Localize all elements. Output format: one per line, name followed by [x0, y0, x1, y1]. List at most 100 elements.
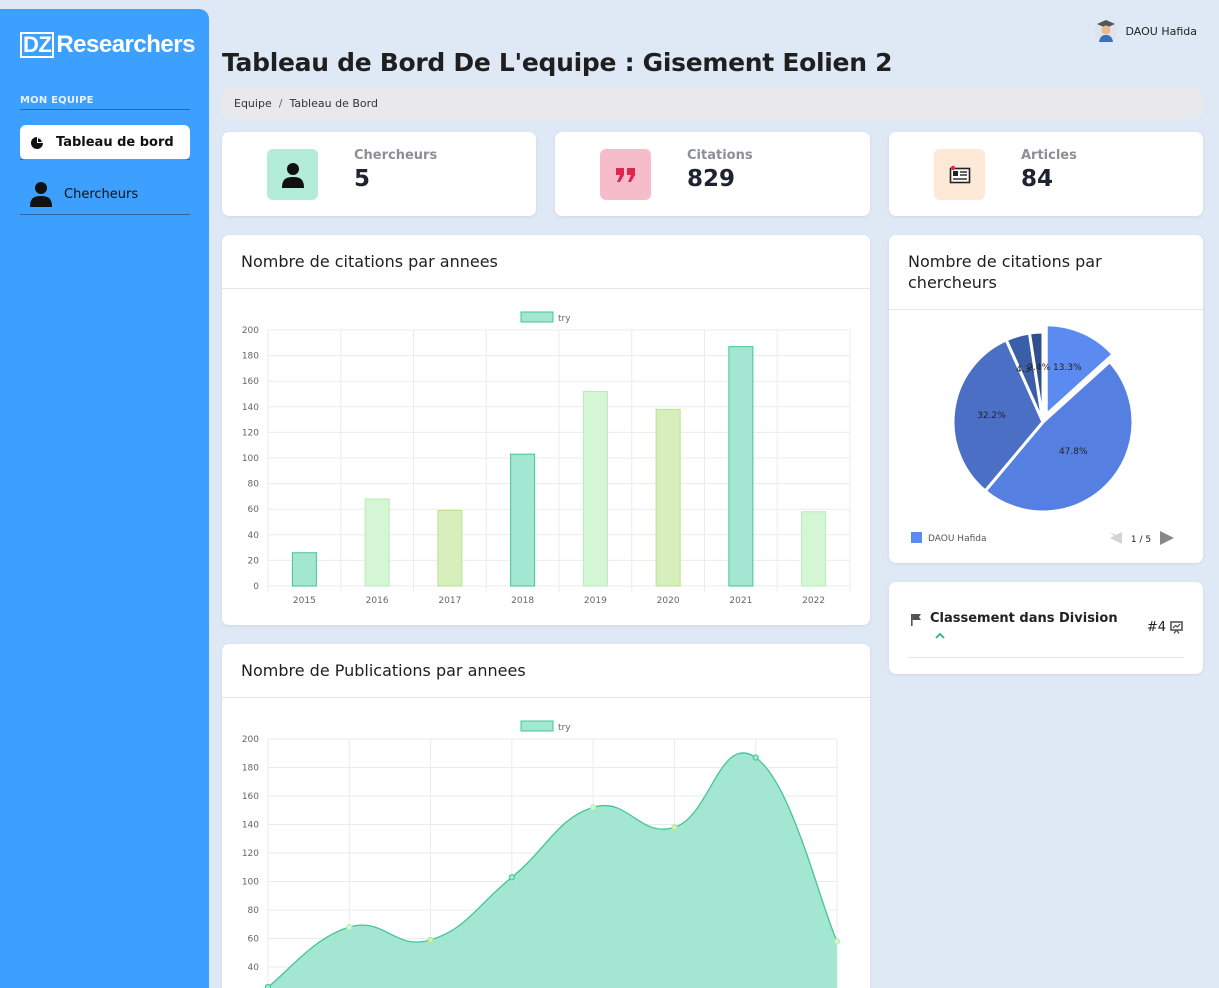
x-tick-label: 2020: [657, 596, 680, 606]
citations-bar-chart: try 0 20 40 60 80 100 120 140 160 180 200 2015 2016 20…: [242, 311, 851, 606]
stat-label: Citations: [687, 148, 753, 163]
user-icon: [30, 182, 52, 207]
page-title: Tableau de Bord De L'equipe : Gisement E…: [222, 48, 893, 77]
stat-value: 829: [687, 166, 736, 192]
legend-swatch: [911, 532, 922, 543]
stat-card-citations: Citations 829: [555, 132, 870, 216]
graduate-avatar-icon: [1094, 20, 1117, 42]
app-logo[interactable]: DZ Researchers: [20, 31, 195, 59]
logo-box: DZ: [20, 32, 55, 58]
data-point: [590, 804, 597, 811]
card-divider: [908, 657, 1184, 658]
sidebar-section-label: MON EQUIPE: [20, 95, 94, 106]
data-point: [508, 874, 515, 881]
y-tick-label: 20: [248, 556, 260, 566]
bar: [801, 511, 827, 587]
x-tick-label: 2019: [584, 596, 607, 606]
sidebar: DZ Researchers MON EQUIPE Tableau de bor…: [0, 9, 209, 988]
pagination-text: 1 / 5: [1131, 535, 1151, 545]
x-tick-label: 2015: [293, 596, 316, 606]
x-tick-label: 2021: [729, 596, 752, 606]
y-tick-label: 40: [248, 531, 260, 541]
publications-area-chart: try 40 60 80 100 120 140 160 180 200: [242, 720, 841, 988]
pie-chart-icon: [31, 136, 43, 149]
y-tick-label: 180: [242, 764, 259, 774]
quote-icon: [615, 167, 635, 182]
data-point: [346, 924, 353, 931]
logo-text: Researchers: [56, 31, 195, 58]
user-menu[interactable]: DAOU Hafida: [1094, 18, 1197, 44]
stat-icon-box: [267, 149, 318, 200]
citations-chart-card: Nombre de citations par annees try 0 20 40 6…: [222, 235, 870, 625]
breadcrumb: Equipe / Tableau de Bord: [222, 88, 1202, 118]
legend-label: try: [558, 314, 571, 324]
y-tick-label: 80: [248, 480, 260, 490]
sidebar-item-dashboard[interactable]: Tableau de bord: [20, 125, 190, 160]
stat-icon-box: [600, 149, 651, 200]
y-tick-label: 140: [242, 821, 259, 831]
y-tick-label: 180: [242, 352, 259, 362]
pie-label: 32.2%: [977, 411, 1006, 421]
pie-label: 2.4%: [1027, 363, 1050, 373]
x-tick-label: 2017: [438, 596, 461, 606]
prev-arrow-icon: [1110, 532, 1122, 544]
stat-value: 5: [354, 166, 371, 192]
data-point: [833, 938, 841, 945]
flag-icon: [911, 614, 921, 626]
y-tick-label: 120: [242, 849, 259, 859]
x-tick-label: 2016: [366, 596, 389, 606]
legend-label: try: [558, 723, 571, 733]
chevron-up-icon[interactable]: [935, 632, 945, 639]
y-tick-label: 160: [242, 377, 259, 387]
sidebar-item-chercheurs[interactable]: Chercheurs: [20, 179, 190, 209]
x-tick-label: 2022: [802, 596, 825, 606]
data-point: [264, 983, 272, 988]
y-tick-label: 200: [242, 326, 259, 336]
pie-label: 47.8%: [1059, 447, 1088, 457]
bar: [291, 552, 317, 587]
y-tick-label: 0: [253, 582, 259, 592]
data-point: [752, 754, 759, 761]
y-tick-label: 100: [242, 454, 259, 464]
sidebar-divider: [20, 159, 190, 160]
x-tick-label: 2018: [511, 596, 534, 606]
y-tick-label: 200: [242, 735, 259, 745]
user-name: DAOU Hafida: [1125, 24, 1197, 38]
breadcrumb-separator: /: [278, 96, 283, 110]
publications-chart-card: Nombre de Publications par annees try 40 6…: [222, 644, 870, 988]
bar: [655, 408, 681, 587]
y-tick-label: 60: [248, 505, 260, 515]
y-tick-label: 100: [242, 878, 259, 888]
bar: [510, 453, 536, 587]
sidebar-item-label: Chercheurs: [64, 186, 139, 202]
legend-swatch: [520, 311, 554, 323]
y-tick-label: 40: [248, 963, 260, 973]
user-icon: [281, 162, 304, 188]
bar: [437, 509, 463, 587]
y-tick-label: 160: [242, 792, 259, 802]
newspaper-icon: [949, 165, 970, 183]
stat-card-chercheurs: Chercheurs 5: [222, 132, 536, 216]
stat-label: Chercheurs: [354, 148, 438, 163]
stat-label: Articles: [1021, 148, 1077, 163]
data-point: [427, 936, 434, 944]
presentation-chart-icon: [1170, 621, 1183, 634]
area-fill: [268, 753, 837, 988]
sidebar-divider: [20, 109, 190, 110]
rank-title: Classement dans Division: [930, 611, 1118, 626]
rank-value: #4: [1146, 620, 1166, 635]
breadcrumb-item[interactable]: Equipe: [234, 97, 272, 110]
y-tick-label: 140: [242, 403, 259, 413]
sidebar-divider: [20, 214, 190, 215]
pie-label: 13.3%: [1053, 363, 1082, 373]
data-point: [671, 824, 678, 831]
bar: [728, 346, 754, 587]
sidebar-item-label: Tableau de bord: [56, 135, 174, 150]
bar: [364, 498, 390, 587]
y-tick-label: 80: [248, 906, 260, 916]
stat-value: 84: [1021, 166, 1054, 192]
next-arrow-icon: [1160, 531, 1174, 545]
y-tick-label: 60: [248, 935, 260, 945]
stat-icon-box: [934, 149, 985, 200]
stat-card-articles: Articles 84: [889, 132, 1203, 216]
